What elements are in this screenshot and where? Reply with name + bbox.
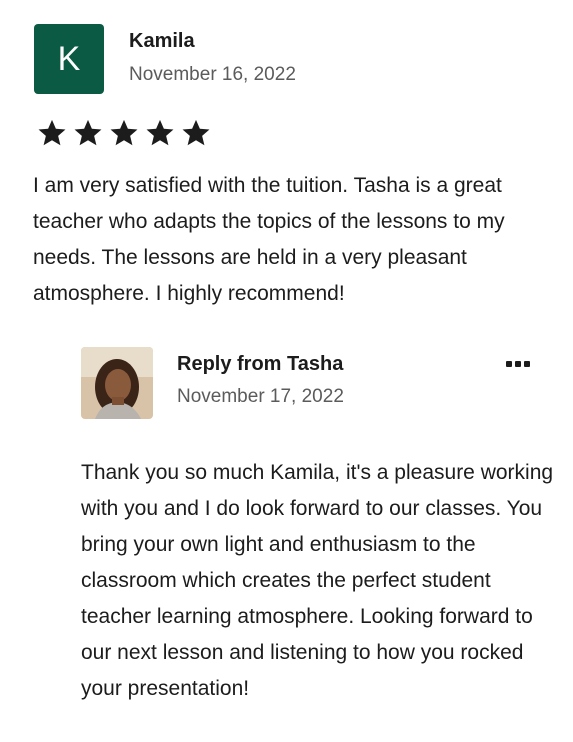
review-header: K Kamila November 16, 2022 [34, 24, 554, 94]
review-date: November 16, 2022 [129, 64, 296, 85]
reviewer-avatar: K [34, 24, 104, 94]
more-icon [506, 361, 512, 367]
tutor-avatar [81, 347, 153, 419]
tutor-photo [81, 347, 153, 419]
star-icon [182, 119, 210, 146]
review-text: I am very satisfied with the tuition. Ta… [33, 174, 505, 305]
more-icon [524, 361, 530, 367]
reply-header: Reply from Tasha November 17, 2022 [81, 347, 541, 419]
star-icon [74, 119, 102, 146]
reviewer-name: Kamila [129, 30, 195, 52]
more-icon [515, 361, 521, 367]
star-icon [38, 119, 66, 146]
reply-date: November 17, 2022 [177, 386, 344, 407]
star-icon [146, 119, 174, 146]
more-options-button[interactable] [503, 357, 533, 371]
star-icon [110, 119, 138, 146]
reply-text: Thank you so much Kamila, it's a pleasur… [81, 461, 554, 700]
reply-title: Reply from Tasha [177, 353, 344, 375]
star-rating [36, 117, 212, 153]
